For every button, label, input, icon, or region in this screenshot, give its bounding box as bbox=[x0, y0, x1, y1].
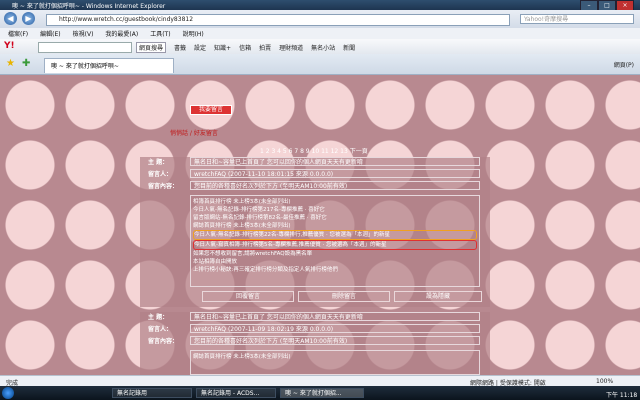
content-body: 網誌首頁排行榜 未上榜3本(未全部列出) bbox=[190, 350, 480, 375]
yahoo-search-button[interactable]: 網頁搜尋 bbox=[136, 42, 167, 53]
taskbar: 無名記錄用 無名記錄用 - ACDS... 噢 ~ 來了就打個招... 下午 1… bbox=[0, 386, 640, 400]
toolbar-item[interactable]: 信箱 bbox=[239, 43, 251, 52]
start-button[interactable] bbox=[2, 387, 14, 399]
poster-name[interactable]: wretchFAQ bbox=[194, 171, 226, 178]
menu-view[interactable]: 檢視(V) bbox=[73, 29, 94, 38]
yahoo-toolbar: Y! 網頁搜尋 書籤 設定 知識+ 信箱 拍賣 理財頻道 無名小站 新聞 bbox=[0, 39, 640, 55]
content-label: 留言內容： bbox=[148, 183, 179, 190]
menu-edit[interactable]: 編輯(E) bbox=[40, 29, 60, 38]
clock: 下午 11:18 bbox=[606, 392, 638, 399]
poster-label: 留言人： bbox=[148, 326, 173, 333]
content-line: 如果您不想收到留言,請將wretchFAQ設為黑名單 bbox=[193, 251, 313, 257]
poster-value: wretchFAQ (2007-11-09 18:02:19 來源 0.0.0.… bbox=[190, 324, 480, 333]
pagination[interactable]: 1 2 3 4 5 6 7 8 9 10 11 12 13 下一頁 bbox=[260, 146, 368, 155]
content-first-line: 您目前的各種喜好名次列於下方 (至明天AM10:00前有效) bbox=[190, 336, 480, 345]
subject-value: 無名日和~容量已上首頁了 您可以回你的個人網頁天天有更新唷 bbox=[190, 312, 480, 321]
poster-name[interactable]: wretchFAQ bbox=[194, 326, 226, 333]
hide-button[interactable]: 設為隱藏 bbox=[394, 291, 482, 302]
menu-tools[interactable]: 工具(T) bbox=[150, 29, 170, 38]
reply-button[interactable]: 回覆留言 bbox=[202, 291, 294, 302]
menu-help[interactable]: 說明(H) bbox=[183, 29, 204, 38]
window-title: 噢 ~ 來了就打個招呼唄~ - Windows Internet Explore… bbox=[12, 3, 166, 10]
taskbar-item[interactable]: 無名記錄用 - ACDS... bbox=[196, 388, 276, 398]
post-date: (2007-11-09 18:02:19 來源 0.0.0.0) bbox=[227, 326, 334, 333]
toolbar-item[interactable]: 拍賣 bbox=[259, 43, 271, 52]
toolbar-item[interactable]: 無名小站 bbox=[311, 43, 335, 52]
content-line: 本站相簿自由開放 bbox=[193, 259, 238, 265]
content-line: 今日人氣-無名記錄-排行榜第217名-專欄推薦 · 喜好它 bbox=[193, 207, 325, 213]
subject-label: 主 題： bbox=[148, 314, 169, 321]
taskbar-item[interactable]: 無名記錄用 bbox=[112, 388, 192, 398]
back-button[interactable]: ◀ bbox=[4, 12, 17, 25]
window-title-bar: 噢 ~ 來了就打個招呼唄~ - Windows Internet Explore… bbox=[0, 0, 640, 11]
content-line: 上排行榜小秘訣:再三確定排行榜分類及指定人氣排行榜他們 bbox=[193, 267, 338, 273]
toolbar-item[interactable]: 理財頻道 bbox=[279, 43, 303, 52]
address-row: ◀ ▶ http://www.wretch.cc/guestbook/cindy… bbox=[0, 10, 640, 28]
content-label: 留言內容： bbox=[148, 338, 179, 345]
address-url: http://www.wretch.cc/guestbook/cindy8381… bbox=[59, 16, 194, 23]
content-line: 相簿首頁排行榜 未上榜3本(未全部列出) bbox=[193, 199, 291, 205]
poster-label: 留言人： bbox=[148, 171, 173, 178]
address-bar[interactable]: http://www.wretch.cc/guestbook/cindy8381… bbox=[46, 14, 510, 26]
write-message-button[interactable]: 我要留言 bbox=[190, 105, 232, 115]
content-body: 相簿首頁排行榜 未上榜3本(未全部列出) 今日人氣-無名記錄-排行榜第217名-… bbox=[190, 195, 480, 287]
content-line-highlight: 今日人氣-無名記錄-排行榜第22名-專欄排行,推薦優質 · 您被選為「本週」的新… bbox=[193, 230, 477, 240]
content-first-line: 您目前的各種喜好名次列於下方 (至明天AM10:00前有效) bbox=[190, 181, 480, 190]
tab-label: 噢 ~ 來了就打個招呼唄~ bbox=[51, 63, 119, 70]
poster-value: wretchFAQ (2007-11-10 18:01:15 來源 0.0.0.… bbox=[190, 169, 480, 178]
yahoo-search-input[interactable] bbox=[38, 42, 132, 53]
content-line: 留言版網站-無名記錄-排行榜第82名-最佳推薦 · 喜好它 bbox=[193, 215, 327, 221]
menu-file[interactable]: 檔案(F) bbox=[8, 29, 28, 38]
message-entry: 主 題： 無名日和~容量已上首頁了 您可以回你的個人網頁天天有更新唷 留言人： … bbox=[140, 312, 490, 375]
tab-row: ★ ✚ 噢 ~ 來了就打個招呼唄~ 網頁(P) bbox=[0, 54, 640, 75]
content-line-highlight: 今日人氣-寫真相簿-排行榜第5名-專欄推薦,推薦優質 · 您被選為「本週」的新星 bbox=[193, 240, 477, 250]
tab-current[interactable]: 噢 ~ 來了就打個招呼唄~ bbox=[44, 58, 174, 73]
content-line: 網誌首頁排行榜 未上榜3本(未全部列出) bbox=[193, 354, 291, 360]
favorites-star-icon[interactable]: ★ bbox=[6, 58, 15, 69]
toolbar-item[interactable]: 知識+ bbox=[214, 43, 231, 52]
toolbar-item[interactable]: 書籤 bbox=[174, 43, 186, 52]
content-line: 網誌首頁排行榜 未上榜3本(未全部列出) bbox=[193, 223, 291, 229]
menu-bar: 檔案(F) 編輯(E) 檢視(V) 我的最愛(A) 工具(T) 說明(H) bbox=[0, 28, 640, 39]
zoom-level[interactable]: 100% bbox=[596, 378, 613, 385]
message-entry: 主 題： 無名日和~容量已上首頁了 您可以回你的個人網頁天天有更新唷 留言人： … bbox=[140, 157, 490, 307]
toolbar-item[interactable]: 設定 bbox=[194, 43, 206, 52]
menu-favorites[interactable]: 我的最愛(A) bbox=[105, 29, 138, 38]
subject-value: 無名日和~容量已上首頁了 您可以回你的個人網頁天天有更新唷 bbox=[190, 157, 480, 166]
forward-button[interactable]: ▶ bbox=[22, 12, 35, 25]
post-date: (2007-11-10 18:01:15 來源 0.0.0.0) bbox=[227, 171, 334, 178]
delete-button[interactable]: 刪除留言 bbox=[298, 291, 390, 302]
private-message-link[interactable]: 悄悄話 / 好友留言 bbox=[170, 128, 218, 137]
subject-label: 主 題： bbox=[148, 159, 169, 166]
page-content: 我要留言 悄悄話 / 好友留言 1 2 3 4 5 6 7 8 9 10 11 … bbox=[0, 75, 640, 375]
page-menu-button[interactable]: 網頁(P) bbox=[614, 60, 634, 69]
browser-search-box[interactable]: Yahoo!奇摩搜尋 bbox=[520, 14, 634, 24]
yahoo-logo[interactable]: Y! bbox=[4, 41, 15, 51]
taskbar-item-active[interactable]: 噢 ~ 來了就打個招... bbox=[280, 388, 364, 398]
toolbar-item[interactable]: 新聞 bbox=[343, 43, 355, 52]
add-favorites-icon[interactable]: ✚ bbox=[22, 58, 30, 69]
